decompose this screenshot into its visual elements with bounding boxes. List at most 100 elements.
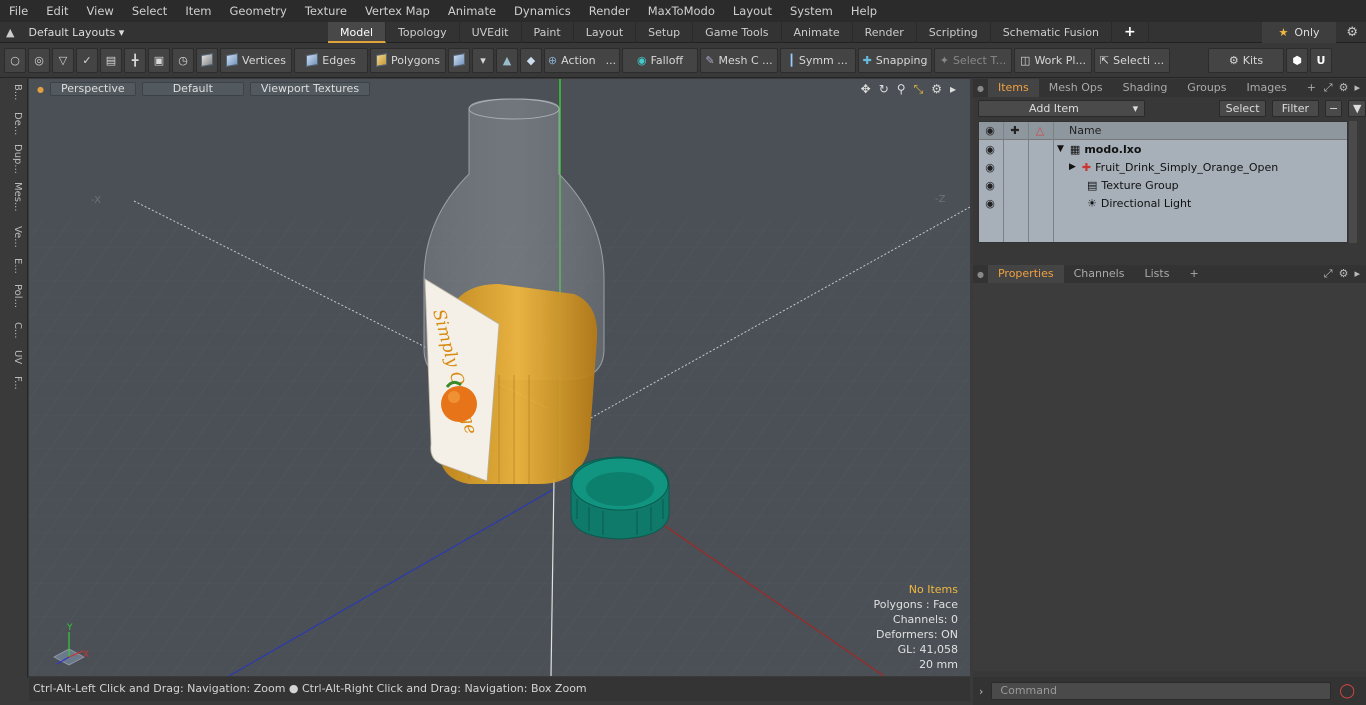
tab-lists[interactable]: Lists: [1134, 265, 1179, 283]
menu-view[interactable]: View: [78, 0, 123, 22]
viewport-dot-icon[interactable]: ●: [37, 85, 44, 94]
unreal-icon[interactable]: U: [1310, 47, 1332, 73]
select-through-button[interactable]: ✦ Select T...: [934, 47, 1012, 73]
expand-arrow-icon[interactable]: ▸: [950, 82, 956, 97]
tab-groups[interactable]: Groups: [1177, 79, 1236, 97]
visibility-header-icon[interactable]: ◉: [979, 124, 1001, 137]
viewport-textures-button[interactable]: Viewport Textures: [249, 82, 371, 96]
polygons-button[interactable]: Polygons: [370, 47, 446, 73]
props-gear-icon[interactable]: ⚙: [1339, 267, 1349, 281]
item-mode-icon[interactable]: [196, 47, 218, 73]
add-tab-button[interactable]: +: [1112, 21, 1149, 43]
lock-header-icon[interactable]: ✚: [1004, 124, 1026, 137]
vtab-curve[interactable]: C...: [3, 322, 23, 339]
tab-uvedit[interactable]: UVEdit: [460, 21, 522, 43]
dropdown-arrow-icon[interactable]: ▾: [472, 47, 494, 73]
symmetry-shield-icon[interactable]: ▲: [496, 47, 518, 73]
box-icon[interactable]: ▣: [148, 47, 170, 73]
add-panel-tab-button[interactable]: +: [1297, 79, 1326, 97]
tree-item-scene[interactable]: ◉ ▼ ▦ modo.lxo: [979, 140, 1347, 158]
rotate-view-icon[interactable]: ↻: [879, 82, 889, 97]
tab-scripting[interactable]: Scripting: [917, 21, 991, 43]
falloff-button[interactable]: ◉ Falloff: [622, 47, 698, 73]
vtab-fusion[interactable]: F...: [3, 376, 23, 390]
view-perspective-button[interactable]: Perspective: [49, 82, 136, 96]
shield-icon[interactable]: ◆: [520, 47, 542, 73]
action-center-button[interactable]: ⊕ Action...: [544, 47, 620, 73]
snapping-button[interactable]: ✚ Snapping: [858, 47, 932, 73]
add-item-button[interactable]: Add Item ▾: [978, 99, 1146, 117]
gear-icon[interactable]: ⚙: [1346, 25, 1358, 40]
vtab-duplicate[interactable]: Dup...: [3, 144, 23, 174]
tab-render[interactable]: Render: [853, 21, 917, 43]
vtab-uv[interactable]: UV: [3, 350, 23, 364]
tab-schematic-fusion[interactable]: Schematic Fusion: [991, 21, 1113, 43]
funnel-icon[interactable]: ▼: [1348, 99, 1366, 117]
vtab-basic[interactable]: B...: [3, 84, 23, 100]
tab-model[interactable]: Model: [328, 21, 387, 43]
vertices-button[interactable]: Vertices: [220, 47, 292, 73]
mirror-icon[interactable]: ▤: [100, 47, 122, 73]
center-icon[interactable]: ╋: [124, 47, 146, 73]
symmetry-button[interactable]: ┃ Symm ...: [780, 47, 856, 73]
edges-button[interactable]: Edges: [294, 47, 368, 73]
collapse-icon[interactable]: −: [1324, 99, 1343, 117]
material-mode-icon[interactable]: [448, 47, 470, 73]
item-list-scrollbar[interactable]: [1349, 121, 1357, 243]
menu-dynamics[interactable]: Dynamics: [505, 0, 580, 22]
maximize-icon[interactable]: ⤢: [1324, 81, 1333, 95]
visibility-eye-icon[interactable]: ◉: [979, 179, 1001, 192]
unity-icon[interactable]: ⬢: [1286, 47, 1308, 73]
pen-icon[interactable]: ▽: [52, 47, 74, 73]
visibility-eye-icon[interactable]: ◉: [979, 161, 1001, 174]
menu-edit[interactable]: Edit: [37, 0, 77, 22]
globe-icon[interactable]: ◎: [28, 47, 50, 73]
menu-render[interactable]: Render: [580, 0, 639, 22]
mesh-constraint-button[interactable]: ✎ Mesh C ...: [700, 47, 778, 73]
menu-file[interactable]: File: [0, 0, 37, 22]
menu-animate[interactable]: Animate: [439, 0, 505, 22]
tree-item-mesh[interactable]: ◉ ▶ ✚ Fruit_Drink_Simply_Orange_Open: [979, 158, 1347, 176]
vtab-vertex[interactable]: Ve...: [3, 226, 23, 248]
tab-paint[interactable]: Paint: [522, 21, 574, 43]
tab-shading[interactable]: Shading: [1113, 79, 1178, 97]
tab-layout[interactable]: Layout: [574, 21, 637, 43]
tab-setup[interactable]: Setup: [636, 21, 694, 43]
command-input[interactable]: Command: [991, 682, 1332, 700]
tab-game-tools[interactable]: Game Tools: [693, 21, 782, 43]
add-props-tab-button[interactable]: +: [1179, 265, 1208, 283]
props-maximize-icon[interactable]: ⤢: [1324, 267, 1333, 281]
menu-select[interactable]: Select: [123, 0, 176, 22]
tab-channels[interactable]: Channels: [1064, 265, 1135, 283]
bottle-model[interactable]: Simply Orange: [423, 98, 605, 484]
fit-view-icon[interactable]: ⤡: [914, 82, 924, 97]
layout-selector[interactable]: ▲ Default Layouts ▾: [0, 22, 328, 43]
workplane-button[interactable]: ◫ Work Pl...: [1014, 47, 1092, 73]
vtab-edge[interactable]: E...: [3, 258, 23, 274]
visibility-eye-icon[interactable]: ◉: [979, 143, 1001, 156]
vtab-deform[interactable]: De...: [3, 112, 23, 135]
tab-animate[interactable]: Animate: [782, 21, 853, 43]
record-icon[interactable]: ◯: [1339, 683, 1355, 699]
menu-layout[interactable]: Layout: [724, 0, 781, 22]
collapse-arrow-icon[interactable]: ▼: [1057, 144, 1064, 154]
menu-vertex-map[interactable]: Vertex Map: [356, 0, 439, 22]
viewport-gear-icon[interactable]: ⚙: [931, 82, 942, 97]
tab-mesh-ops[interactable]: Mesh Ops: [1039, 79, 1113, 97]
move-view-icon[interactable]: ✥: [861, 82, 871, 97]
menu-item[interactable]: Item: [176, 0, 220, 22]
menu-system[interactable]: System: [781, 0, 842, 22]
tab-topology[interactable]: Topology: [386, 21, 460, 43]
kits-button[interactable]: ⚙ Kits: [1208, 47, 1284, 73]
tab-items[interactable]: Items: [987, 79, 1039, 97]
menu-geometry[interactable]: Geometry: [221, 0, 296, 22]
expand-arrow-icon[interactable]: ▶: [1069, 162, 1076, 172]
tree-item-directional-light[interactable]: ◉ ☀ Directional Light: [979, 194, 1347, 212]
name-column-header[interactable]: Name: [1069, 124, 1101, 137]
props-dot-icon[interactable]: ●: [977, 270, 984, 279]
vtab-mesh-edit[interactable]: Mes...: [3, 182, 23, 212]
brush-icon[interactable]: ✓: [76, 47, 98, 73]
select-button[interactable]: Select: [1219, 99, 1266, 117]
visibility-eye-icon[interactable]: ◉: [979, 197, 1001, 210]
shading-default-button[interactable]: Default: [141, 82, 244, 96]
